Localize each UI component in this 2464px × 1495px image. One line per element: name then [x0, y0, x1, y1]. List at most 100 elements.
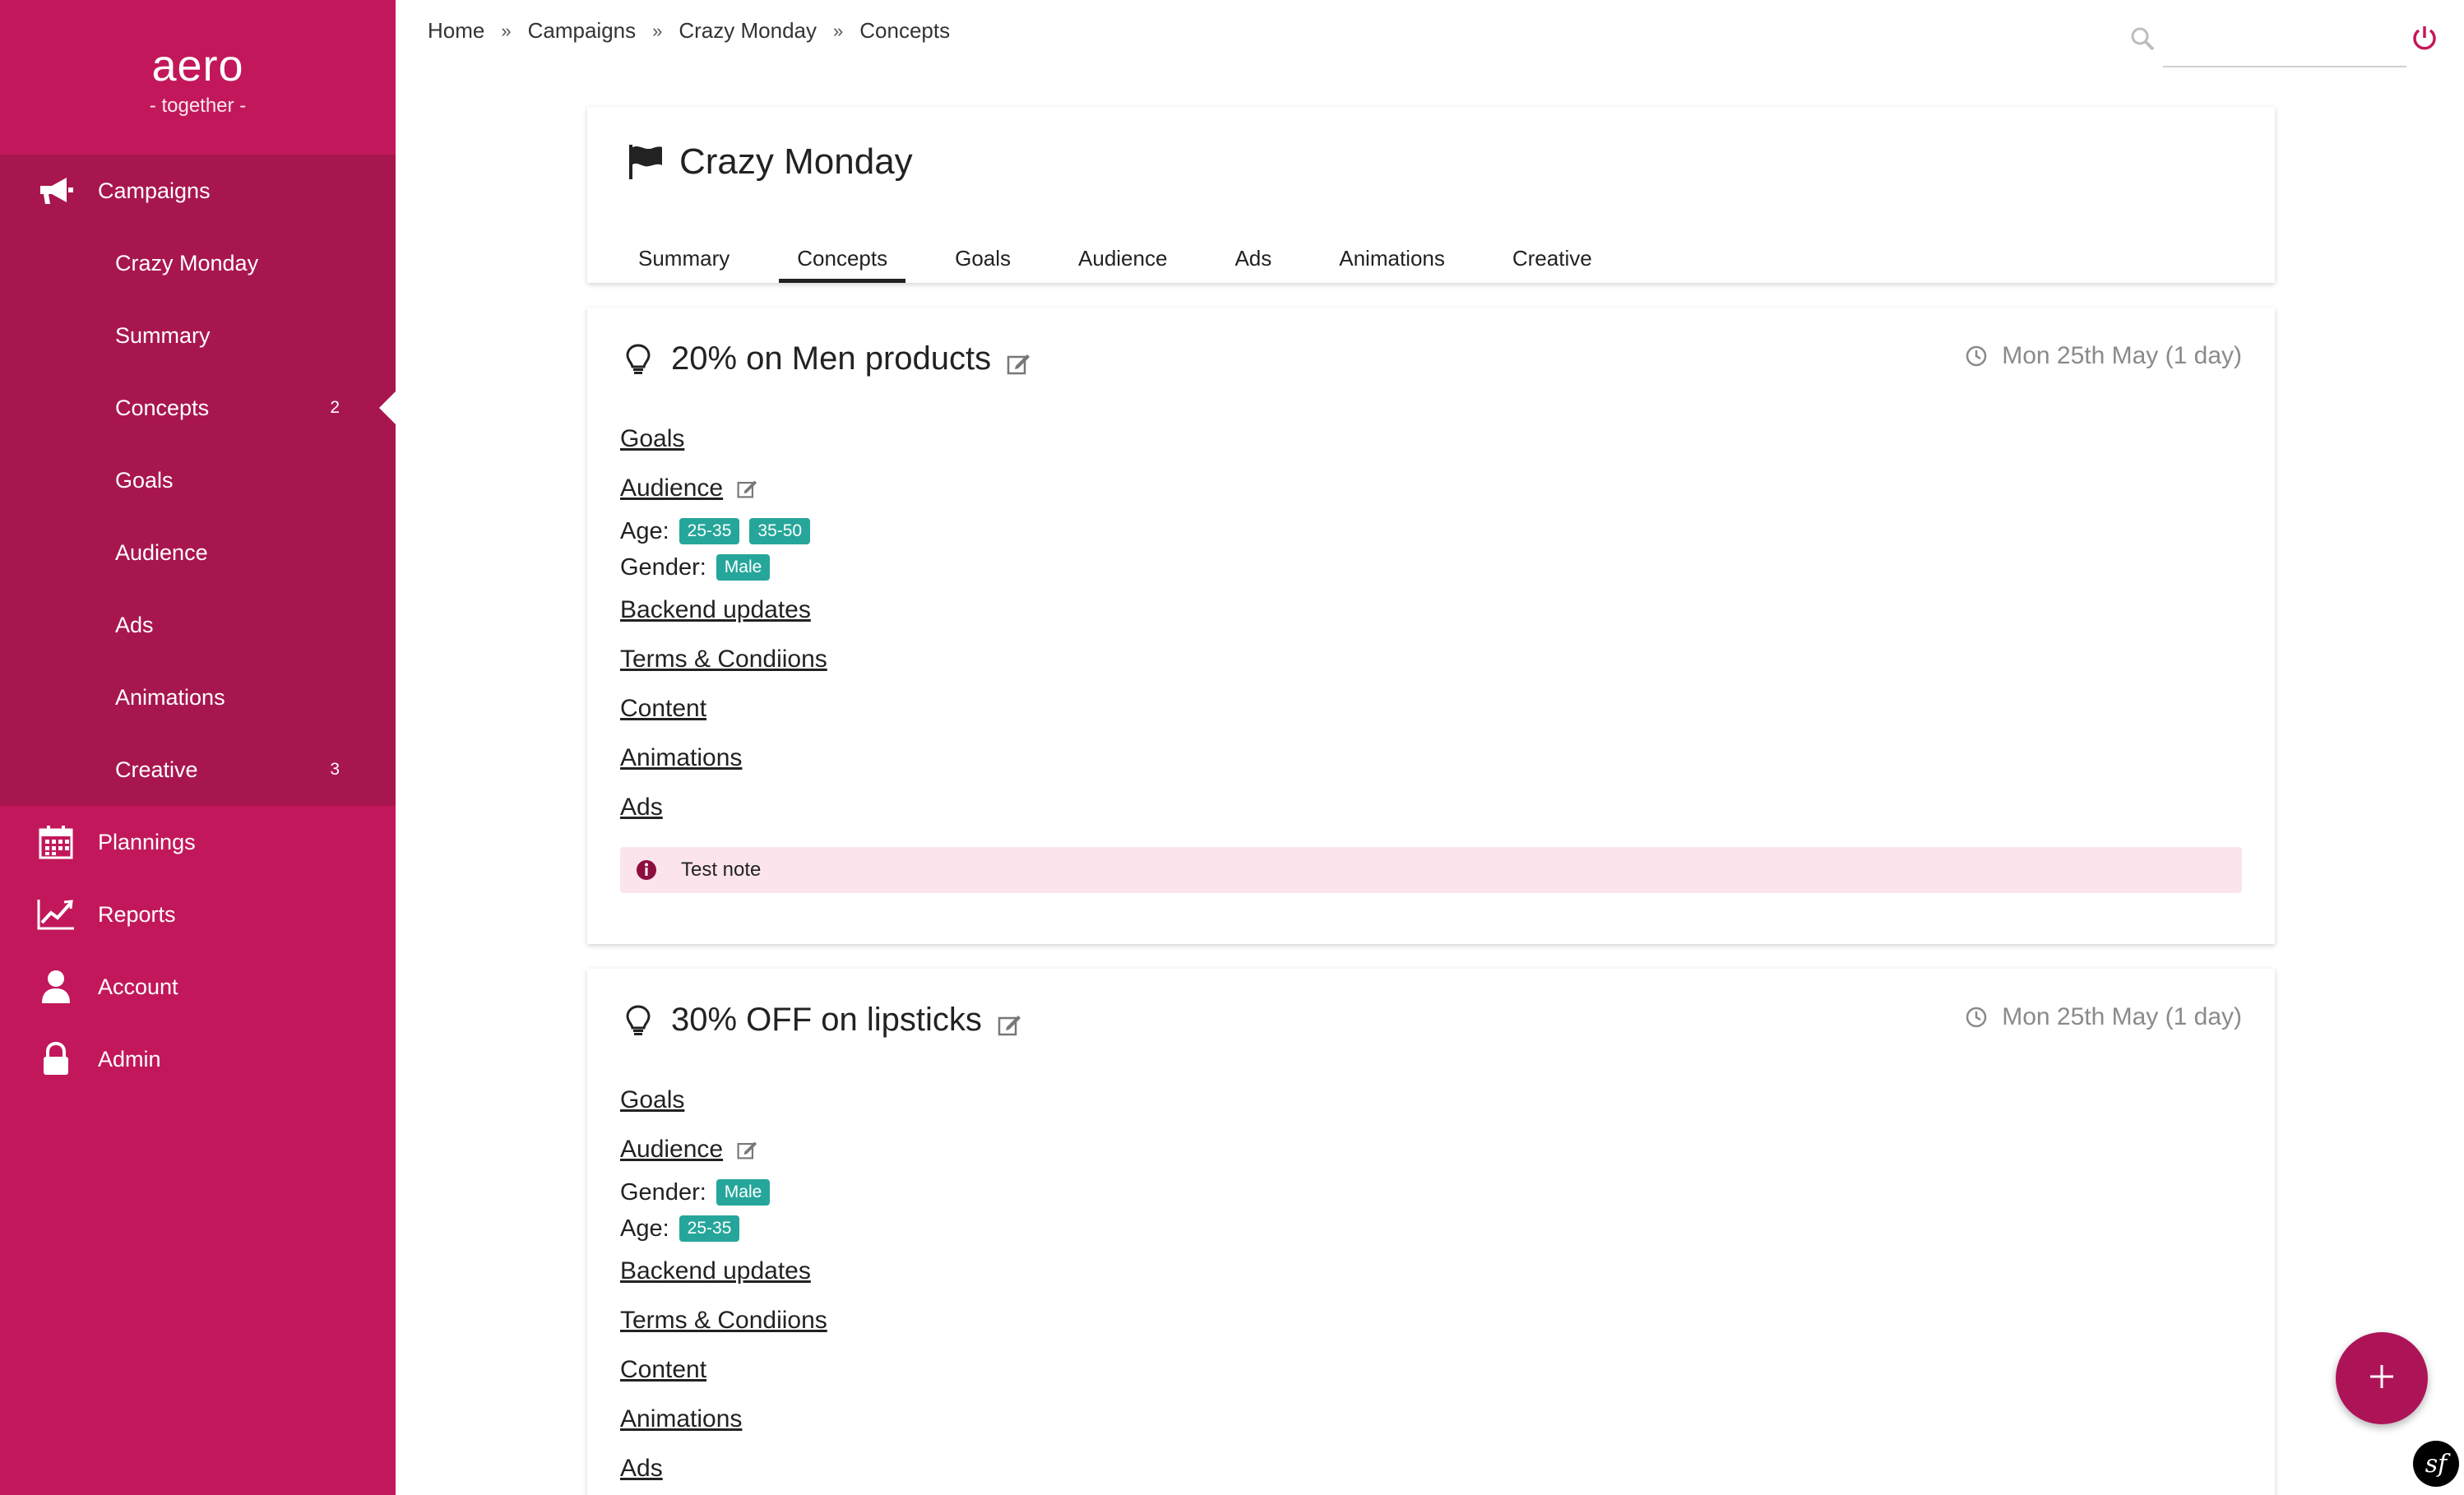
sidebar-item-campaigns[interactable]: Campaigns — [0, 155, 396, 227]
page-title: Crazy Monday — [627, 141, 913, 183]
clock-icon — [1966, 345, 1987, 367]
attr-label: Gender: — [620, 553, 706, 581]
gender-tag: Male — [716, 554, 771, 581]
brand-tagline: - together - — [149, 95, 247, 117]
count-badge: 3 — [330, 760, 340, 779]
add-button[interactable] — [2336, 1332, 2428, 1424]
concept-body: Goals Audience Gender: Male Age: 25-35 B… — [620, 1076, 2242, 1493]
symfony-toolbar-icon[interactable]: sf — [2413, 1441, 2459, 1487]
ads-row: Ads — [620, 783, 2242, 832]
sidebar-item-label: Reports — [98, 901, 176, 927]
sidebar-subitem-label: Ads — [115, 612, 154, 637]
breadcrumb: Home » Campaigns » Crazy Monday » Concep… — [428, 18, 950, 44]
sidebar-subitem-creative[interactable]: Creative 3 — [0, 734, 396, 806]
concept-card: 20% on Men products Mon 25th May (1 day)… — [587, 308, 2275, 944]
sidebar-subitem-ads[interactable]: Ads — [0, 589, 396, 661]
breadcrumb-home[interactable]: Home — [428, 18, 484, 44]
sidebar-item-label: Account — [98, 974, 178, 999]
terms-row: Terms & Condiions — [620, 635, 2242, 684]
tab-animations[interactable]: Animations — [1321, 234, 1463, 283]
ads-link[interactable]: Ads — [620, 794, 663, 822]
terms-link[interactable]: Terms & Condiions — [620, 646, 827, 673]
goals-link[interactable]: Goals — [620, 1086, 684, 1114]
edit-icon[interactable] — [736, 1139, 757, 1160]
content-row: Content — [620, 1345, 2242, 1395]
gender-tag: Male — [716, 1179, 771, 1206]
plus-icon — [2368, 1363, 2396, 1395]
search-icon[interactable] — [2130, 26, 2155, 51]
sidebar-subitem-audience[interactable]: Audience — [0, 516, 396, 589]
animations-row: Animations — [620, 734, 2242, 783]
concept-body: Goals Audience Age: 25-35 35-50 Gender: … — [620, 414, 2242, 893]
edit-icon[interactable] — [997, 1008, 1021, 1035]
concept-date: Mon 25th May (1 day) — [1966, 1003, 2242, 1031]
backend-updates-link[interactable]: Backend updates — [620, 1257, 811, 1285]
tab-summary[interactable]: Summary — [620, 234, 748, 283]
backend-updates-row: Backend updates — [620, 586, 2242, 635]
backend-updates-link[interactable]: Backend updates — [620, 596, 811, 624]
age-tag: 25-35 — [679, 518, 740, 544]
tab-audience[interactable]: Audience — [1060, 234, 1185, 283]
audience-row: Audience — [620, 1125, 2242, 1174]
sidebar-subitem-label: Concepts — [115, 395, 210, 420]
brand-name: aero — [151, 41, 244, 90]
concept-card: 30% OFF on lipsticks Mon 25th May (1 day… — [587, 969, 2275, 1495]
content-row: Content — [620, 684, 2242, 734]
concept-title: 20% on Men products — [623, 340, 1031, 377]
audience-row: Audience — [620, 464, 2242, 513]
search-input[interactable] — [2163, 21, 2406, 67]
sidebar-item-label: Admin — [98, 1046, 161, 1071]
content-link[interactable]: Content — [620, 695, 706, 723]
sidebar-item-label: Plannings — [98, 829, 196, 854]
sidebar-subitem-label: Audience — [115, 539, 208, 565]
campaign-tabs: Summary Concepts Goals Audience Ads Anim… — [620, 234, 1642, 283]
sidebar-subitem-crazy-monday[interactable]: Crazy Monday — [0, 227, 396, 299]
concept-note: Test note — [620, 847, 2242, 893]
chevron-double-right-icon: » — [501, 20, 512, 41]
edit-icon[interactable] — [736, 478, 757, 499]
sidebar-item-plannings[interactable]: Plannings — [0, 806, 396, 878]
tab-goals[interactable]: Goals — [937, 234, 1029, 283]
attr-label: Age: — [620, 1215, 669, 1242]
goals-link[interactable]: Goals — [620, 425, 684, 453]
audience-link[interactable]: Audience — [620, 1136, 723, 1164]
ads-link[interactable]: Ads — [620, 1455, 663, 1483]
chevron-double-right-icon: » — [652, 20, 663, 41]
concept-date-text: Mon 25th May (1 day) — [2002, 342, 2242, 369]
concept-date-text: Mon 25th May (1 day) — [2002, 1003, 2242, 1030]
brand-logo[interactable]: aero - together - — [0, 0, 396, 155]
power-icon[interactable] — [2411, 25, 2438, 51]
calendar-icon — [36, 822, 76, 862]
animations-link[interactable]: Animations — [620, 1405, 742, 1433]
content-link[interactable]: Content — [620, 1356, 706, 1384]
animations-link[interactable]: Animations — [620, 744, 742, 772]
sidebar-subitem-label: Goals — [115, 467, 174, 493]
concept-title-text: 30% OFF on lipsticks — [671, 1002, 982, 1038]
breadcrumb-crazy-monday[interactable]: Crazy Monday — [679, 18, 817, 44]
audience-gender: Gender: Male — [620, 1174, 2242, 1210]
sidebar-subitem-animations[interactable]: Animations — [0, 661, 396, 734]
tab-ads[interactable]: Ads — [1216, 234, 1290, 283]
tab-creative[interactable]: Creative — [1494, 234, 1610, 283]
count-badge: 2 — [330, 398, 340, 417]
sidebar-subitem-label: Animations — [115, 684, 225, 710]
sidebar-item-admin[interactable]: Admin — [0, 1023, 396, 1095]
breadcrumb-campaigns[interactable]: Campaigns — [528, 18, 637, 44]
audience-gender: Gender: Male — [620, 549, 2242, 586]
terms-link[interactable]: Terms & Condiions — [620, 1307, 827, 1335]
campaign-title: Crazy Monday — [679, 141, 913, 182]
sidebar-nav: Campaigns Crazy Monday Summary Concepts 2… — [0, 155, 396, 1095]
sidebar-item-label: Campaigns — [98, 178, 211, 203]
edit-icon[interactable] — [1006, 347, 1031, 374]
sidebar-item-reports[interactable]: Reports — [0, 878, 396, 951]
sidebar-subitem-goals[interactable]: Goals — [0, 444, 396, 516]
tab-concepts[interactable]: Concepts — [779, 234, 905, 283]
sidebar-item-account[interactable]: Account — [0, 951, 396, 1023]
goals-row: Goals — [620, 414, 2242, 464]
sidebar-subitem-summary[interactable]: Summary — [0, 299, 396, 372]
sidebar-subitem-concepts[interactable]: Concepts 2 — [0, 372, 396, 444]
animations-row: Animations — [620, 1395, 2242, 1444]
lock-icon — [36, 1039, 76, 1079]
audience-link[interactable]: Audience — [620, 474, 723, 502]
breadcrumb-concepts: Concepts — [859, 18, 951, 43]
